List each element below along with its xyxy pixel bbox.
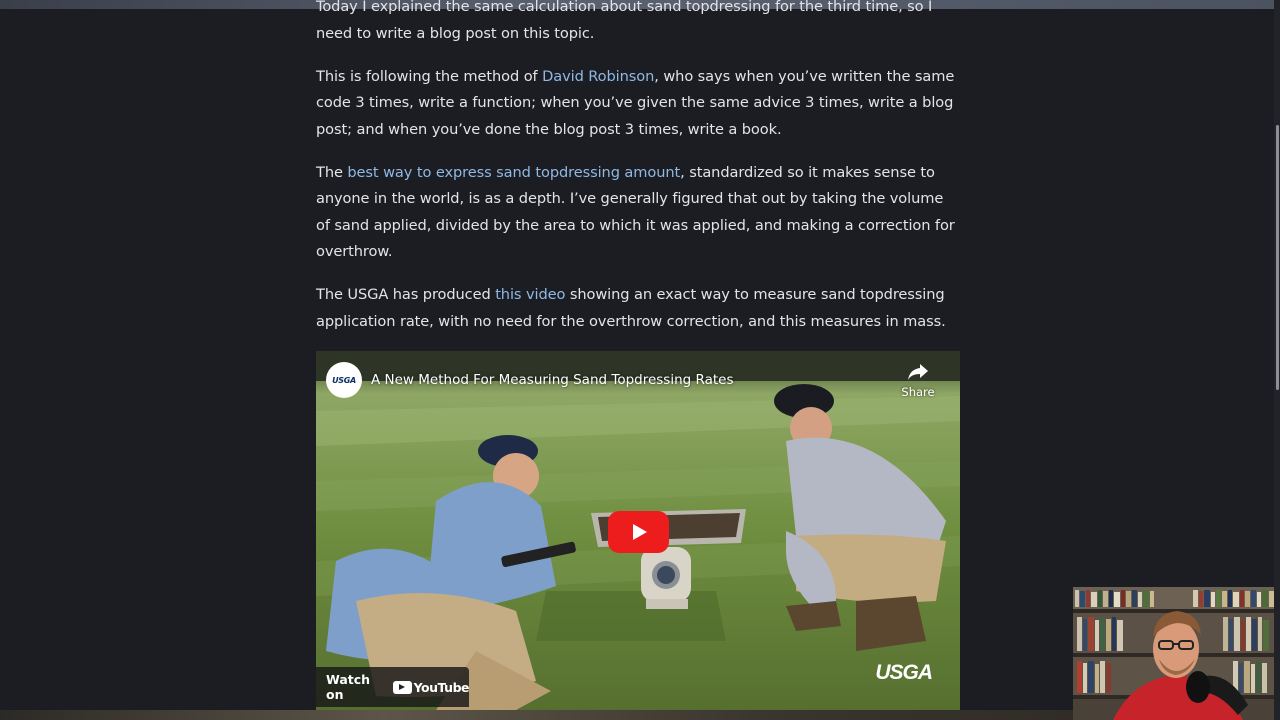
youtube-logo: YouTube [392,679,470,695]
video-title[interactable]: A New Method For Measuring Sand Topdress… [371,372,734,388]
paragraph-text: The [316,163,348,181]
article-body: Today I explained the same calculation a… [316,0,961,352]
paragraph-depth: The best way to express sand topdressing… [316,160,961,266]
video-header: USGA A New Method For Measuring Sand Top… [326,361,734,399]
play-icon [633,524,647,540]
webcam-overlay [1073,587,1280,720]
paragraph-text: This is following the method of [316,67,543,85]
page-scrollbar[interactable] [1274,0,1280,720]
share-arrow-icon [907,364,929,385]
youtube-embed[interactable]: USGA A New Method For Measuring Sand Top… [316,351,960,710]
best-way-link[interactable]: best way to express sand topdressing amo… [347,164,680,181]
share-label: Share [901,385,935,399]
channel-avatar[interactable]: USGA [326,362,362,398]
channel-logo-text: USGA [332,375,356,385]
watch-on-label: Watch on [326,672,371,702]
paragraph-method: This is following the method of David Ro… [316,64,961,144]
paragraph-intro: Today I explained the same calculation a… [316,0,961,47]
youtube-play-icon [392,680,412,694]
scrollbar-thumb[interactable] [1276,125,1279,390]
share-button[interactable]: Share [900,363,936,399]
play-button[interactable] [608,511,669,553]
usga-watermark: USGA [875,661,933,684]
this-video-link[interactable]: this video [495,286,565,303]
webcam-feed [1073,587,1280,720]
paragraph-usga: The USGA has produced this video showing… [316,282,961,335]
paragraph-text: Today I explained the same calculation a… [316,0,933,42]
youtube-wordmark: YouTube [413,679,470,695]
david-robinson-link[interactable]: David Robinson [542,68,654,85]
watch-on-youtube-button[interactable]: Watch on YouTube [316,667,470,707]
paragraph-text: The USGA has produced [316,286,496,303]
